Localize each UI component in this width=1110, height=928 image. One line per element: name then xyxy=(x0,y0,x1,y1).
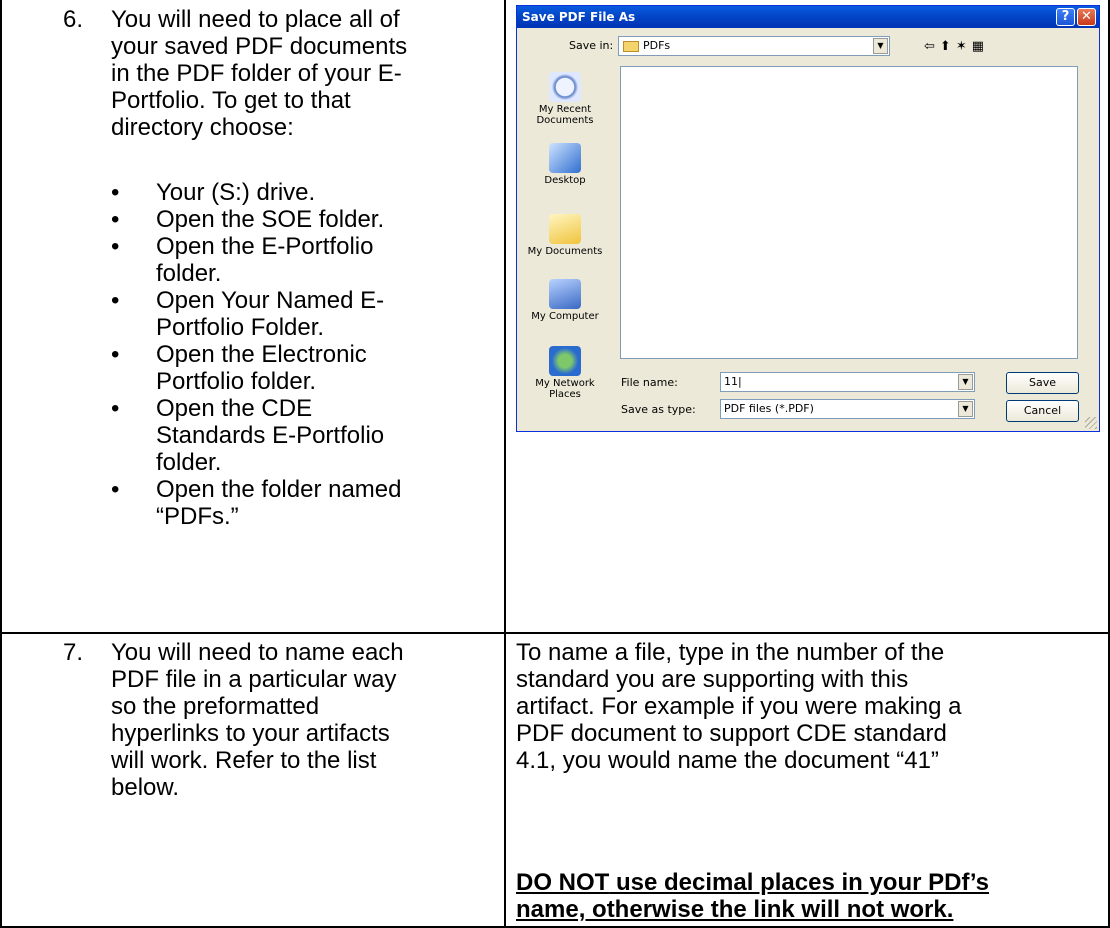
save-in-dropdown[interactable]: PDFs ▼ xyxy=(618,36,890,56)
file-name-label: File name: xyxy=(621,376,678,389)
my-documents-icon xyxy=(549,214,581,244)
place-label: My Documents xyxy=(527,246,603,257)
bullet-item: Open the ElectronicPortfolio folder. xyxy=(105,341,500,395)
warning-lead: DO NOT xyxy=(516,869,610,896)
cancel-button[interactable]: Cancel xyxy=(1006,400,1079,422)
toolbar: ⇦⬆✶▦ xyxy=(924,39,989,54)
instruction-line: To name a file, type in the number of th… xyxy=(516,639,945,666)
recent-documents-icon xyxy=(549,72,581,102)
place-my-computer[interactable]: My Computer xyxy=(524,279,606,322)
step7-line: PDF file in a particular way xyxy=(111,666,397,693)
help-button[interactable]: ? xyxy=(1056,8,1075,26)
table-border-left xyxy=(0,0,2,928)
instruction-line: artifact. For example if you were making… xyxy=(516,693,962,720)
back-arrow-icon[interactable]: ⇦ xyxy=(924,39,940,54)
file-list[interactable] xyxy=(620,66,1078,359)
step6-text: You will need to place all of your saved… xyxy=(111,6,407,141)
close-button[interactable]: ✕ xyxy=(1077,8,1096,26)
step6-line: in the PDF folder of your E- xyxy=(111,60,402,87)
save-as-type-value: PDF files (*.PDF) xyxy=(724,402,814,415)
step7-line: hyperlinks to your artifacts xyxy=(111,720,390,747)
step7-number: 7. xyxy=(63,639,84,666)
step6-line: your saved PDF documents xyxy=(111,33,408,60)
views-menu-icon[interactable]: ▦ xyxy=(972,39,989,54)
warning-line: DO NOT use decimal places in your PDf’s xyxy=(516,869,989,896)
save-pdf-dialog: Save PDF File As ? ✕ Save in: PDFs ▼ ⇦⬆✶… xyxy=(516,5,1100,432)
bullet-item: Open the E-Portfoliofolder. xyxy=(105,233,500,287)
save-as-type-dropdown[interactable]: PDF files (*.PDF) ▼ xyxy=(720,399,975,419)
dialog-titlebar: Save PDF File As ? ✕ xyxy=(517,6,1099,28)
bullet-item: Your (S:) drive. xyxy=(105,179,500,206)
bullet-item: Open the CDEStandards E-Portfoliofolder. xyxy=(105,395,500,476)
dropdown-arrow-icon[interactable]: ▼ xyxy=(958,374,973,390)
file-name-input[interactable]: 11| ▼ xyxy=(720,372,975,392)
naming-instructions: To name a file, type in the number of th… xyxy=(516,639,962,774)
place-desktop[interactable]: Desktop xyxy=(524,143,606,186)
save-in-label: Save in: xyxy=(569,39,614,52)
warning-line: name, otherwise the link will not work. xyxy=(516,896,954,923)
bullet-item: Open the folder named“PDFs.” xyxy=(105,476,500,530)
step6-line: directory choose: xyxy=(111,114,294,141)
warning-text: DO NOT use decimal places in your PDf’s … xyxy=(516,869,989,923)
my-computer-icon xyxy=(549,279,581,309)
file-name-value: 11 xyxy=(724,375,738,388)
step6-number: 6. xyxy=(63,6,84,33)
instruction-line: standard you are supporting with this xyxy=(516,666,909,693)
save-in-value: PDFs xyxy=(643,39,671,52)
bullet-item: Open the SOE folder. xyxy=(105,206,500,233)
bullet-item: Open Your Named E-Portfolio Folder. xyxy=(105,287,500,341)
step7-line: so the preformatted xyxy=(111,693,320,720)
step6-line: You will need to place all of xyxy=(111,6,400,33)
instruction-line: PDF document to support CDE standard xyxy=(516,720,947,747)
table-border-middle xyxy=(504,0,506,928)
step7-line: You will need to name each xyxy=(111,639,404,666)
place-my-documents[interactable]: My Documents xyxy=(524,214,606,257)
save-as-type-label: Save as type: xyxy=(621,403,696,416)
new-folder-icon[interactable]: ✶ xyxy=(956,39,972,54)
dropdown-arrow-icon[interactable]: ▼ xyxy=(958,401,973,417)
place-label: Desktop xyxy=(544,175,586,186)
dialog-title: Save PDF File As xyxy=(522,10,636,24)
folder-icon xyxy=(623,40,639,52)
step7-line: will work. Refer to the list xyxy=(111,747,377,774)
step6-line: Portfolio. To get to that xyxy=(111,87,351,114)
instruction-line: 4.1, you would name the document “41” xyxy=(516,747,939,774)
warning-rest: use decimal places in your PDf’s xyxy=(609,869,990,896)
step7-text: You will need to name each PDF file in a… xyxy=(111,639,404,801)
resize-grip-icon[interactable] xyxy=(1085,417,1097,429)
step6-bullet-list: Your (S:) drive. Open the SOE folder. Op… xyxy=(105,179,500,530)
place-label: My Computer xyxy=(531,311,599,322)
table-row-divider xyxy=(0,632,1110,634)
save-button[interactable]: Save xyxy=(1006,372,1079,394)
text-cursor: | xyxy=(738,375,742,388)
place-recent-documents[interactable]: My Recent Documents xyxy=(524,72,606,126)
dropdown-arrow-icon[interactable]: ▼ xyxy=(873,38,888,54)
step7-line: below. xyxy=(111,774,180,801)
network-places-icon xyxy=(549,346,581,376)
place-label: My Recent Documents xyxy=(536,104,594,126)
desktop-icon xyxy=(549,143,581,173)
place-label: My Network Places xyxy=(535,378,595,400)
place-network-places[interactable]: My Network Places xyxy=(524,346,606,400)
up-folder-icon[interactable]: ⬆ xyxy=(940,39,956,54)
